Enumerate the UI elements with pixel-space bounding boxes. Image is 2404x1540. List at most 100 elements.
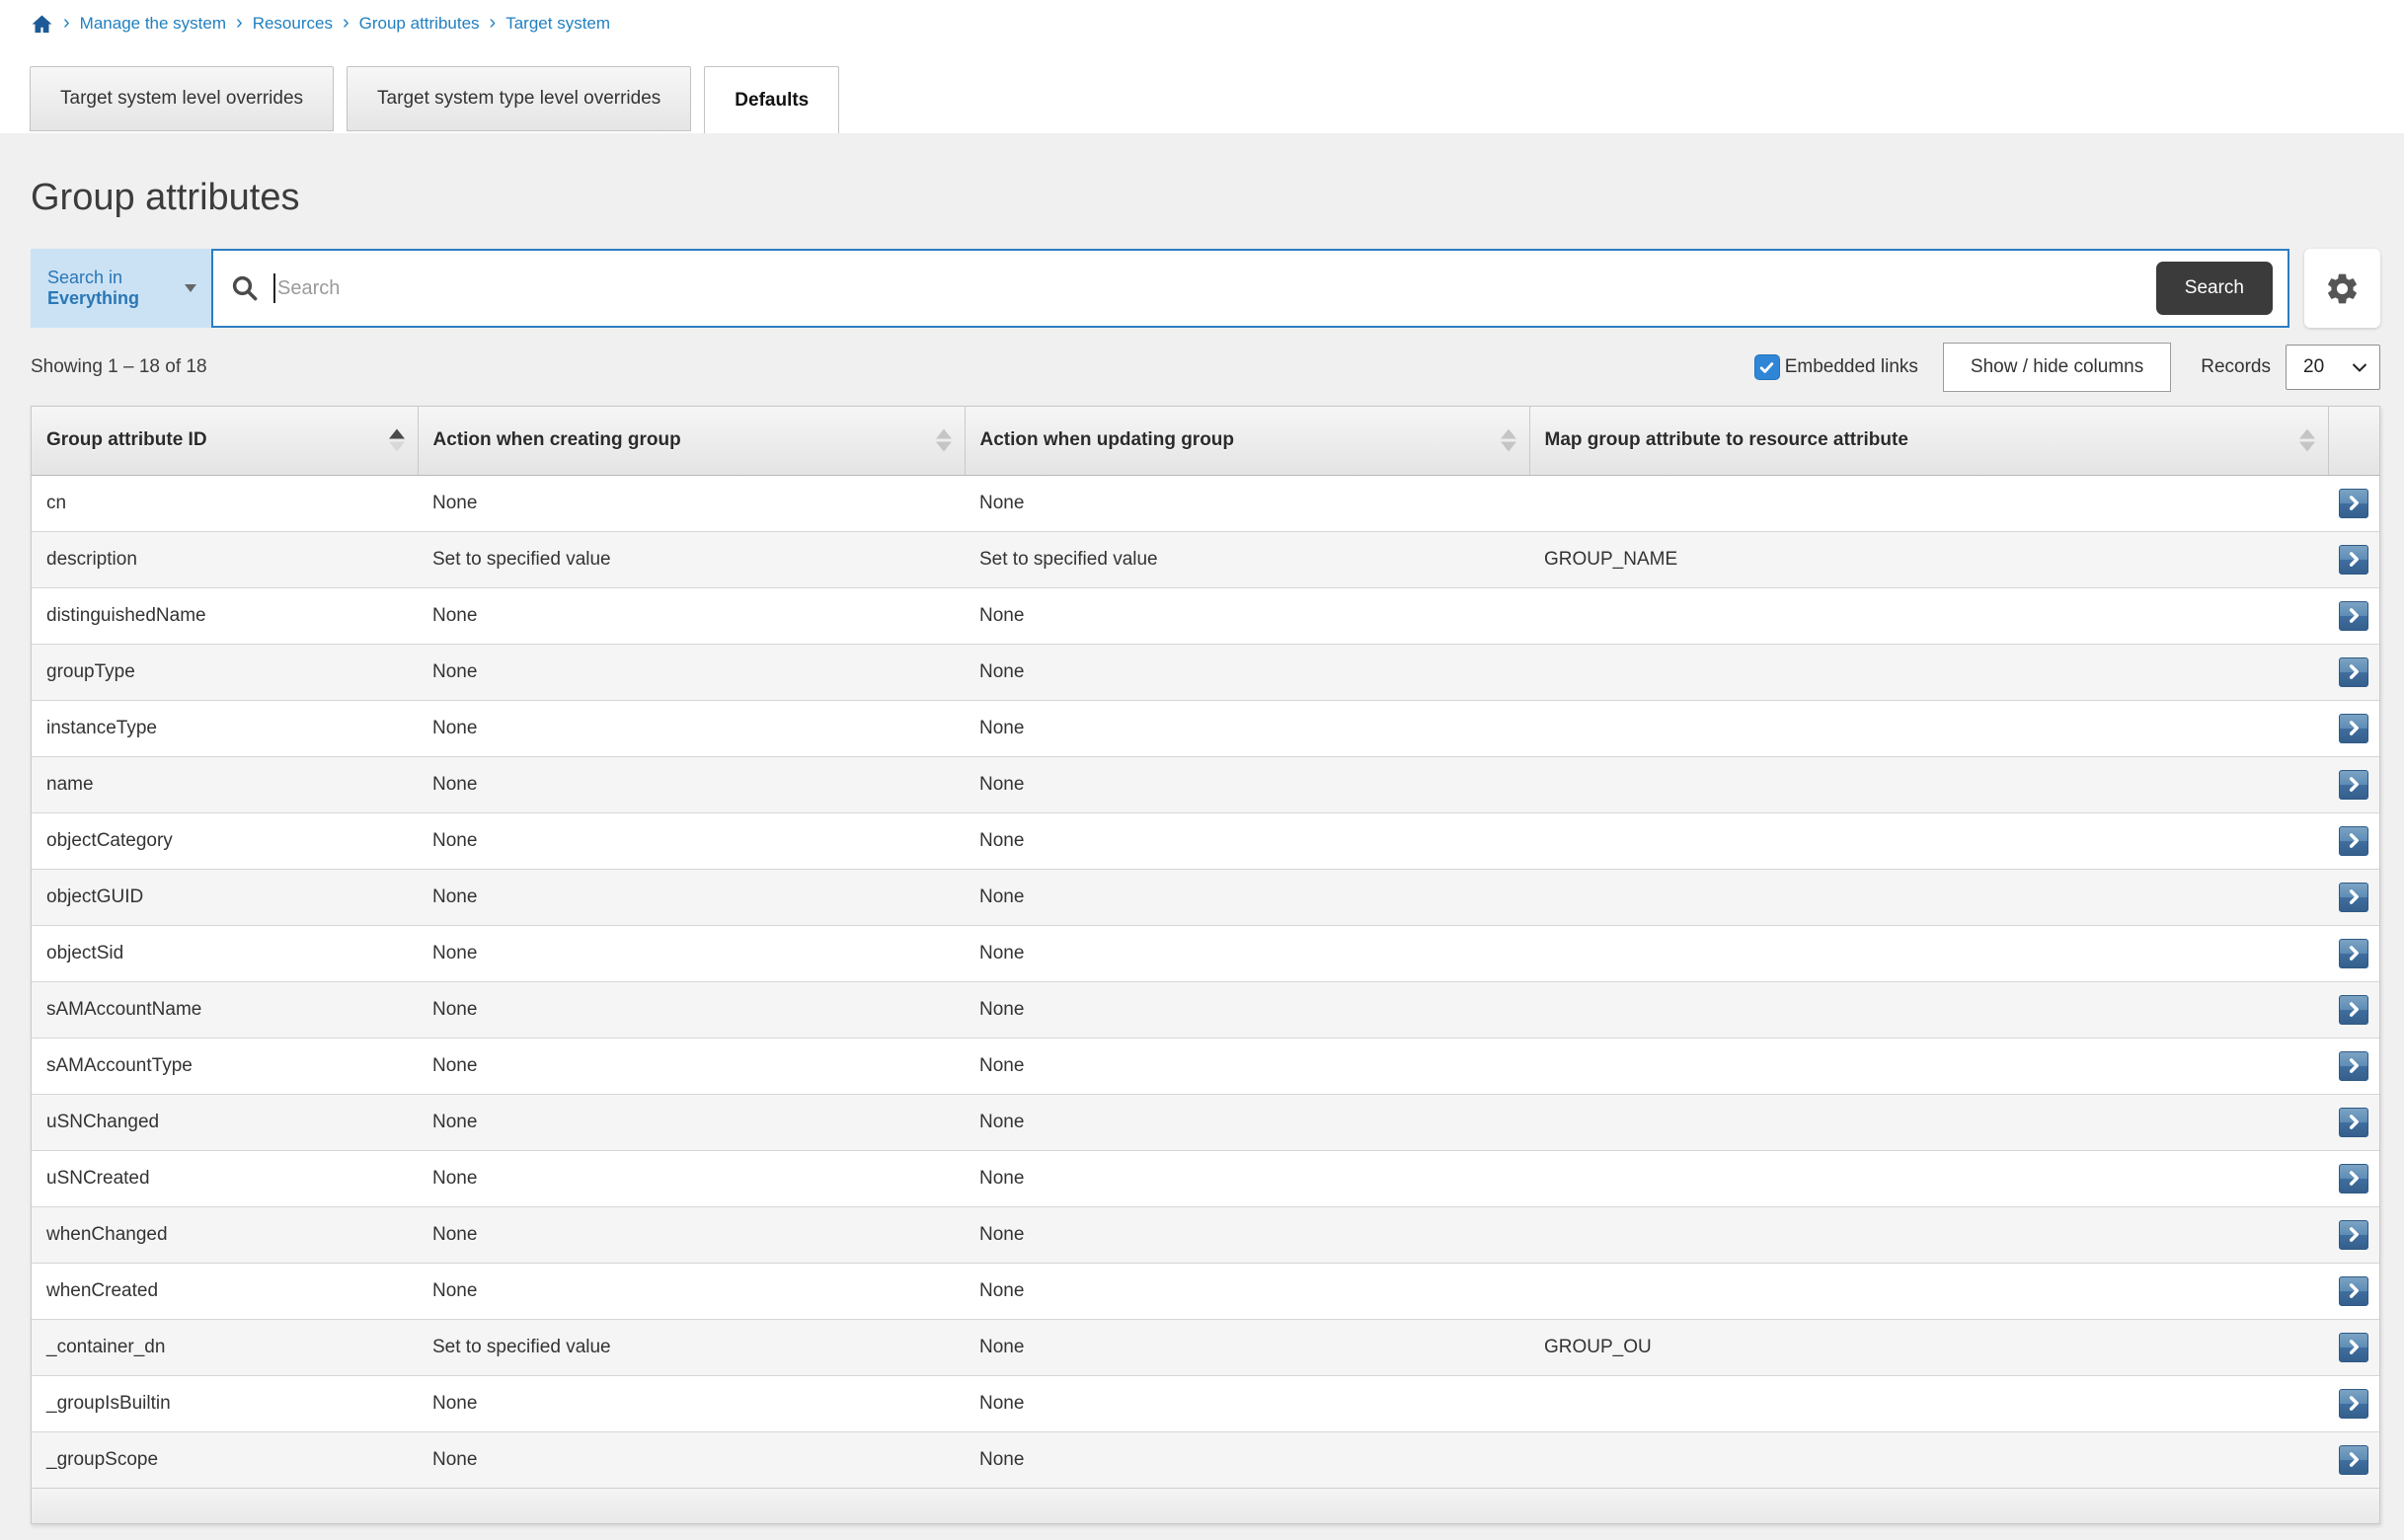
- chevron-right-icon: [2348, 946, 2361, 961]
- row-actions-cell: [2328, 1206, 2379, 1263]
- update-action-cell: None: [965, 756, 1529, 812]
- attribute-id-cell: name: [32, 756, 418, 812]
- table-row: nameNoneNone: [32, 756, 2379, 812]
- row-actions-cell: [2328, 756, 2379, 812]
- table-row: uSNChangedNoneNone: [32, 1094, 2379, 1150]
- row-detail-button[interactable]: [2339, 770, 2368, 800]
- breadcrumb-link-manage-the-system[interactable]: Manage the system: [80, 14, 226, 34]
- table-row: descriptionSet to specified valueSet to …: [32, 531, 2379, 587]
- content-area: Group attributes Search in Everything Se…: [0, 133, 2404, 1540]
- search-button[interactable]: Search: [2156, 262, 2273, 315]
- row-detail-button[interactable]: [2339, 1164, 2368, 1194]
- embedded-links-checkbox[interactable]: [1754, 354, 1780, 380]
- records-per-page-select[interactable]: 20: [2286, 345, 2380, 390]
- chevron-right-icon: [2348, 1058, 2361, 1073]
- search-scope-value: Everything: [47, 288, 139, 308]
- map-attribute-cell: [1529, 1206, 2328, 1263]
- row-detail-button[interactable]: [2339, 714, 2368, 743]
- attribute-id-cell: instanceType: [32, 700, 418, 756]
- tab-defaults[interactable]: Defaults: [704, 66, 839, 133]
- chevron-right-icon: [2348, 1227, 2361, 1242]
- create-action-cell: None: [418, 812, 965, 869]
- group-attributes-table: Group attribute ID Action when creating …: [31, 406, 2380, 1524]
- row-actions-cell: [2328, 531, 2379, 587]
- chevron-right-icon: [2348, 777, 2361, 792]
- row-detail-button[interactable]: [2339, 1051, 2368, 1081]
- column-header-group-attribute-id[interactable]: Group attribute ID: [32, 407, 418, 475]
- map-attribute-cell: [1529, 1263, 2328, 1319]
- row-detail-button[interactable]: [2339, 995, 2368, 1025]
- attribute-id-cell: uSNChanged: [32, 1094, 418, 1150]
- update-action-cell: None: [965, 1094, 1529, 1150]
- row-actions-cell: [2328, 812, 2379, 869]
- update-action-cell: None: [965, 1038, 1529, 1094]
- create-action-cell: None: [418, 981, 965, 1038]
- column-header-action-when-updating-group[interactable]: Action when updating group: [965, 407, 1529, 475]
- search-settings-button[interactable]: [2304, 249, 2380, 328]
- row-detail-button[interactable]: [2339, 1333, 2368, 1362]
- embedded-links-label: Embedded links: [1785, 356, 1918, 378]
- row-detail-button[interactable]: [2339, 1220, 2368, 1250]
- update-action-cell: None: [965, 1431, 1529, 1488]
- chevron-right-icon: [2348, 721, 2361, 735]
- show-hide-columns-button[interactable]: Show / hide columns: [1943, 343, 2171, 392]
- sort-icon-ascending: [389, 429, 405, 452]
- table-body: cnNoneNonedescriptionSet to specified va…: [32, 475, 2379, 1488]
- update-action-cell: None: [965, 587, 1529, 644]
- row-actions-cell: [2328, 1094, 2379, 1150]
- row-detail-button[interactable]: [2339, 601, 2368, 631]
- row-detail-button[interactable]: [2339, 1276, 2368, 1306]
- breadcrumb-separator: ›: [343, 13, 349, 33]
- map-attribute-cell: GROUP_NAME: [1529, 531, 2328, 587]
- results-count: Showing 1 – 18 of 18: [31, 356, 207, 378]
- row-actions-cell: [2328, 1150, 2379, 1206]
- column-header-actions: [2328, 407, 2379, 475]
- create-action-cell: None: [418, 869, 965, 925]
- update-action-cell: None: [965, 869, 1529, 925]
- row-detail-button[interactable]: [2339, 657, 2368, 687]
- tab-target-system-type-level-overrides[interactable]: Target system type level overrides: [347, 66, 691, 131]
- breadcrumb-link-resources[interactable]: Resources: [253, 14, 333, 34]
- row-detail-button[interactable]: [2339, 545, 2368, 575]
- table-row: objectGUIDNoneNone: [32, 869, 2379, 925]
- breadcrumb-link-group-attributes[interactable]: Group attributes: [359, 14, 480, 34]
- attribute-id-cell: sAMAccountName: [32, 981, 418, 1038]
- map-attribute-cell: [1529, 1375, 2328, 1431]
- breadcrumb-link-target-system[interactable]: Target system: [505, 14, 610, 34]
- row-actions-cell: [2328, 1319, 2379, 1375]
- update-action-cell: None: [965, 700, 1529, 756]
- create-action-cell: None: [418, 1206, 965, 1263]
- row-actions-cell: [2328, 1038, 2379, 1094]
- row-detail-button[interactable]: [2339, 1445, 2368, 1475]
- search-scope-dropdown[interactable]: Search in Everything: [31, 249, 211, 328]
- search-input[interactable]: [275, 277, 2156, 300]
- table-row: cnNoneNone: [32, 475, 2379, 531]
- create-action-cell: None: [418, 925, 965, 981]
- column-header-map-group-attribute[interactable]: Map group attribute to resource attribut…: [1529, 407, 2328, 475]
- row-actions-cell: [2328, 1263, 2379, 1319]
- row-detail-button[interactable]: [2339, 1108, 2368, 1137]
- create-action-cell: None: [418, 1375, 965, 1431]
- create-action-cell: None: [418, 1431, 965, 1488]
- home-link[interactable]: [31, 13, 53, 36]
- column-header-action-when-creating-group[interactable]: Action when creating group: [418, 407, 965, 475]
- tab-target-system-level-overrides[interactable]: Target system level overrides: [30, 66, 334, 131]
- attribute-id-cell: whenChanged: [32, 1206, 418, 1263]
- chevron-right-icon: [2348, 1171, 2361, 1186]
- dropdown-caret-icon: [185, 284, 196, 292]
- row-detail-button[interactable]: [2339, 1389, 2368, 1419]
- table-controls: Showing 1 – 18 of 18 Embedded links Show…: [31, 342, 2380, 393]
- table-row: objectCategoryNoneNone: [32, 812, 2379, 869]
- breadcrumb-separator: ›: [490, 13, 497, 33]
- row-detail-button[interactable]: [2339, 826, 2368, 856]
- row-detail-button[interactable]: [2339, 939, 2368, 968]
- sort-icon: [2299, 429, 2315, 452]
- sort-icon: [936, 429, 952, 452]
- chevron-right-icon: [2348, 496, 2361, 510]
- table-row: instanceTypeNoneNone: [32, 700, 2379, 756]
- home-icon: [31, 13, 53, 36]
- row-detail-button[interactable]: [2339, 489, 2368, 518]
- chevron-right-icon: [2348, 1340, 2361, 1354]
- row-actions-cell: [2328, 1431, 2379, 1488]
- row-detail-button[interactable]: [2339, 883, 2368, 912]
